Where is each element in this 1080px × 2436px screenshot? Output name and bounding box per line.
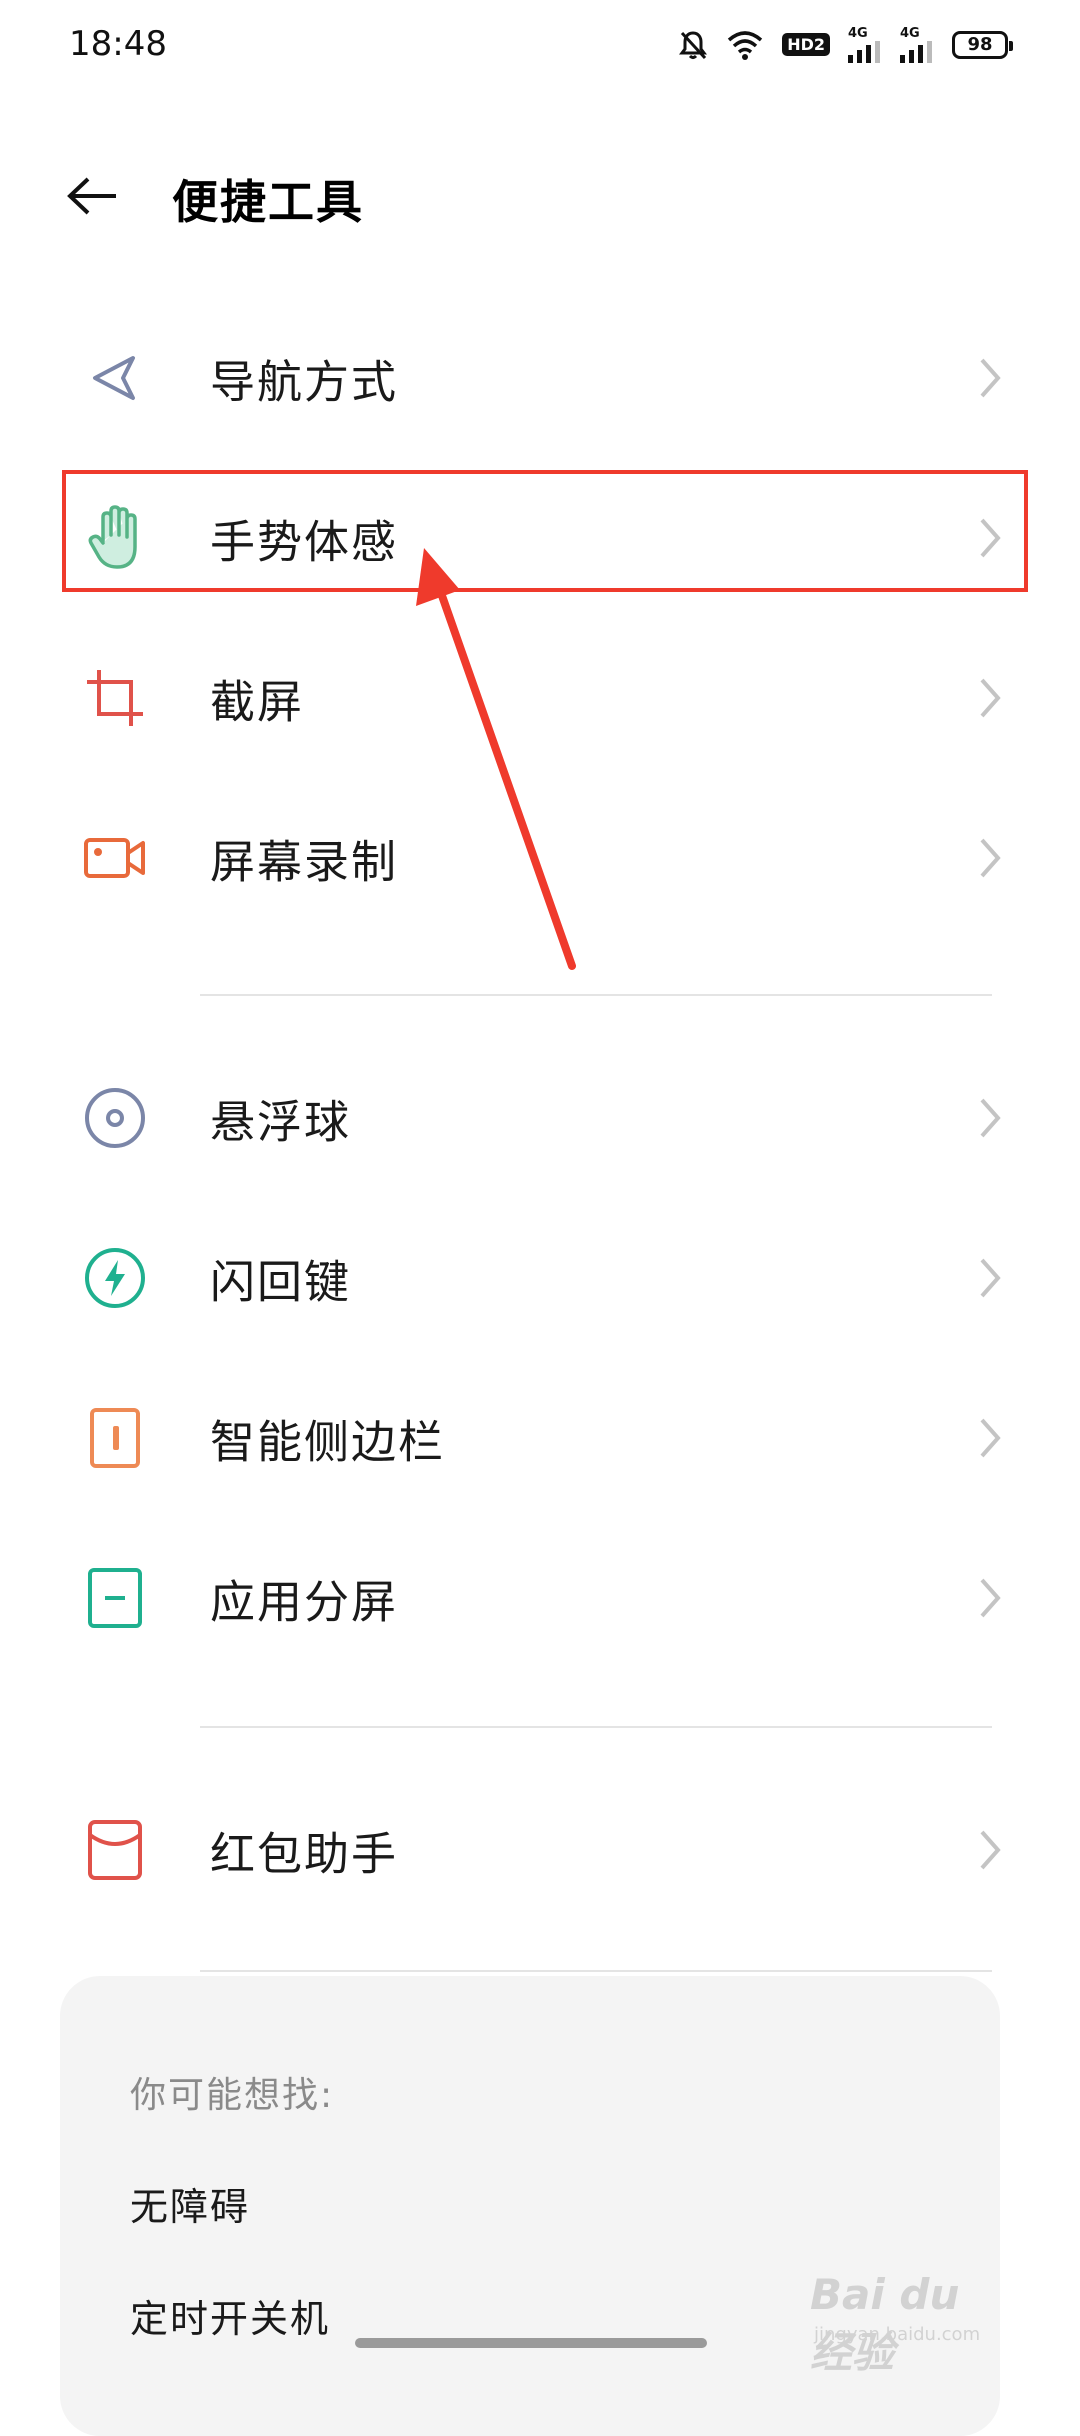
battery-level: 98 — [967, 34, 993, 55]
smart-sidebar-icon — [80, 1403, 150, 1473]
section-divider — [200, 1970, 992, 1972]
status-bar: 18:48 HD2 4G 4G 98 — [0, 0, 1080, 96]
baidu-watermark: Bai du 经验 jingyan.baidu.com — [810, 2270, 1010, 2377]
menu-item-screen-recording[interactable]: 屏幕录制 — [0, 778, 1080, 938]
status-time: 18:48 — [69, 24, 167, 64]
section-3: 红包助手 — [0, 1770, 1080, 1930]
watermark-sub: jingyan.baidu.com — [814, 2324, 981, 2345]
signal-bars-icon — [900, 41, 932, 63]
signal-1: 4G — [848, 26, 882, 63]
menu-item-flashback-key[interactable]: 闪回键 — [0, 1198, 1080, 1358]
suggestions-heading: 你可能想找: — [130, 2075, 335, 2116]
section-1: 导航方式 手势体感 截屏 屏幕录制 — [0, 298, 1080, 938]
split-screen-icon — [80, 1563, 150, 1633]
menu-item-label: 手势体感 — [210, 515, 399, 569]
chevron-right-icon — [980, 1578, 1001, 1618]
menu-item-red-envelope[interactable]: 红包助手 — [0, 1770, 1080, 1930]
home-indicator[interactable] — [355, 2338, 707, 2348]
chevron-right-icon — [980, 1098, 1001, 1138]
chevron-right-icon — [980, 838, 1001, 878]
crop-screenshot-icon — [80, 663, 150, 733]
menu-item-label: 闪回键 — [210, 1255, 352, 1309]
arrow-left-icon — [67, 177, 116, 215]
section-divider — [200, 1726, 992, 1728]
menu-item-label: 导航方式 — [210, 355, 399, 409]
menu-item-label: 应用分屏 — [210, 1575, 399, 1629]
menu-item-label: 智能侧边栏 — [210, 1415, 446, 1469]
menu-item-floating-ball[interactable]: 悬浮球 — [0, 1038, 1080, 1198]
net2-label: 4G — [900, 26, 920, 41]
header: 便捷工具 — [0, 140, 1080, 250]
status-icons: HD2 4G 4G 98 — [678, 26, 1013, 63]
hand-gesture-icon — [80, 503, 150, 573]
signal-bars-icon — [848, 41, 880, 63]
menu-item-split-screen[interactable]: 应用分屏 — [0, 1518, 1080, 1678]
signal-2: 4G — [900, 26, 934, 63]
wifi-icon — [728, 30, 763, 60]
floating-ball-icon — [80, 1083, 150, 1153]
chevron-right-icon — [980, 1418, 1001, 1458]
back-button[interactable] — [60, 166, 126, 226]
section-2: 悬浮球 闪回键 智能侧边栏 应用分屏 — [0, 1038, 1080, 1678]
suggestion-accessibility[interactable]: 无障碍 — [130, 2176, 250, 2231]
screen-record-icon — [80, 823, 150, 893]
chevron-right-icon — [980, 358, 1001, 398]
page-title: 便捷工具 — [172, 175, 364, 229]
chevron-right-icon — [980, 1830, 1001, 1870]
menu-item-navigation[interactable]: 导航方式 — [0, 298, 1080, 458]
menu-item-smart-sidebar[interactable]: 智能侧边栏 — [0, 1358, 1080, 1518]
menu-item-gesture-motion[interactable]: 手势体感 — [0, 458, 1080, 618]
net1-label: 4G — [848, 26, 868, 41]
section-divider — [200, 994, 992, 996]
red-envelope-icon — [80, 1815, 150, 1885]
battery-icon: 98 — [952, 30, 1013, 59]
chevron-right-icon — [980, 678, 1001, 718]
chevron-right-icon — [980, 518, 1001, 558]
flashback-key-icon — [80, 1243, 150, 1313]
menu-item-label: 截屏 — [210, 675, 305, 729]
menu-item-label: 悬浮球 — [210, 1095, 352, 1149]
mute-bell-icon — [679, 30, 708, 59]
menu-item-screenshot[interactable]: 截屏 — [0, 618, 1080, 778]
suggestion-scheduled-power[interactable]: 定时开关机 — [130, 2288, 330, 2343]
navigation-icon — [80, 343, 150, 413]
menu-item-label: 屏幕录制 — [210, 835, 399, 889]
chevron-right-icon — [980, 1258, 1001, 1298]
menu-item-label: 红包助手 — [210, 1827, 399, 1881]
hd-badge: HD2 — [782, 33, 830, 56]
